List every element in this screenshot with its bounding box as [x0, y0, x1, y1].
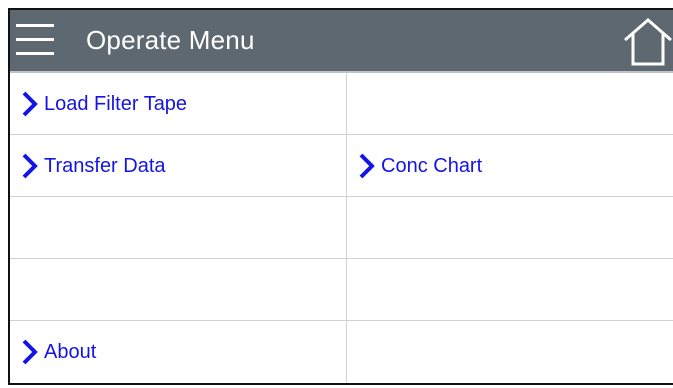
menu-cell-conc-chart[interactable]: Conc Chart	[347, 135, 673, 197]
page-title: Operate Menu	[86, 25, 255, 55]
menu-cell-about[interactable]: About	[10, 321, 347, 383]
menu-cell-empty	[10, 197, 347, 259]
transfer-data-link[interactable]: Transfer Data	[20, 135, 166, 197]
menu-cell-empty	[347, 197, 673, 259]
menu-cell-load-filter-tape[interactable]: Load Filter Tape	[10, 73, 347, 135]
chevron-right-icon	[357, 152, 377, 180]
load-filter-tape-label: Load Filter Tape	[44, 92, 188, 115]
transfer-data-label: Transfer Data	[44, 154, 166, 177]
operate-menu-screen: Operate Menu Load Filter Tape Transfer D…	[8, 8, 673, 385]
chevron-right-icon	[20, 152, 40, 180]
menu-cell-empty	[10, 259, 347, 321]
conc-chart-link[interactable]: Conc Chart	[357, 135, 482, 197]
chevron-right-icon	[20, 338, 40, 366]
conc-chart-label: Conc Chart	[381, 154, 483, 177]
header-bar: Operate Menu	[10, 10, 673, 71]
load-filter-tape-link[interactable]: Load Filter Tape	[20, 73, 187, 135]
menu-grid: Load Filter Tape Transfer Data Conc Char…	[10, 73, 673, 383]
about-label: About	[44, 340, 97, 363]
chevron-right-icon	[20, 90, 40, 118]
home-icon[interactable]	[622, 18, 673, 66]
hamburger-menu-icon[interactable]	[16, 22, 56, 58]
menu-cell-empty	[347, 73, 673, 135]
menu-cell-empty	[347, 321, 673, 383]
menu-cell-empty	[347, 259, 673, 321]
menu-cell-transfer-data[interactable]: Transfer Data	[10, 135, 347, 197]
about-link[interactable]: About	[20, 321, 96, 383]
